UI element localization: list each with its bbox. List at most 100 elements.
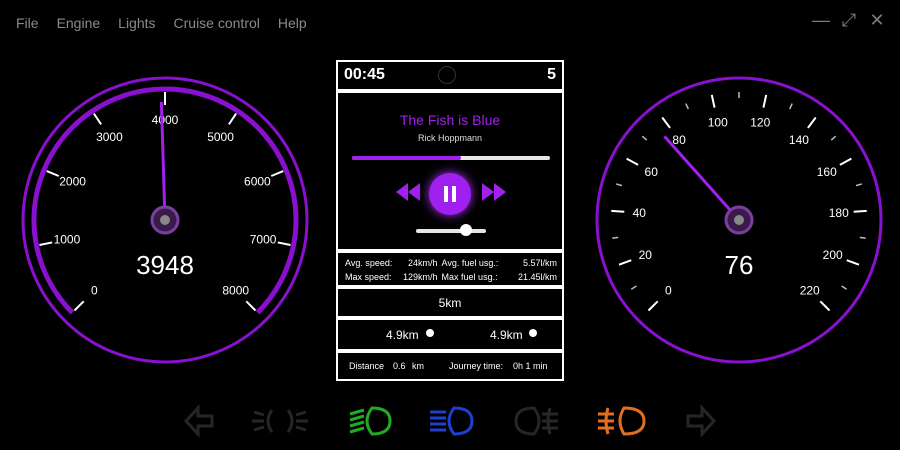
rpm-readout: 3948 [136, 250, 194, 280]
menu-cruise-control[interactable]: Cruise control [174, 15, 260, 31]
rpm-tick-label: 7000 [250, 233, 277, 247]
front-fog-icon [598, 406, 646, 436]
rpm-tick-label: 0 [91, 284, 98, 298]
gear-indicator: 5 [547, 66, 556, 83]
menu-lights[interactable]: Lights [118, 15, 155, 31]
volume-slider[interactable] [416, 224, 486, 236]
speed-tick-label: 120 [750, 115, 770, 129]
song-progress-bar[interactable] [352, 156, 550, 160]
trip-stats: Avg. speed: 24km/h Avg. fuel usg.: 5.57l… [336, 251, 564, 287]
rpm-major-tick [93, 113, 102, 125]
rpm-tick-label: 3000 [96, 130, 123, 144]
speed-tick-label: 160 [817, 165, 837, 179]
journey-distance-unit: km [412, 361, 424, 371]
playback-controls [338, 173, 562, 215]
journey-distance-label: Distance [349, 361, 385, 371]
speed-major-tick [819, 300, 831, 312]
avg-fuel-label: Avg. fuel usg.: [441, 258, 499, 268]
next-track-icon[interactable] [480, 181, 508, 203]
menu-bar: File Engine Lights Cruise control Help [16, 15, 307, 31]
speedometer-needle [663, 135, 741, 221]
speed-minor-tick [615, 183, 623, 187]
right-turn-signal-icon [686, 404, 717, 438]
clock-icon [438, 66, 456, 84]
speed-minor-tick [841, 285, 848, 290]
speed-tick-label: 0 [665, 284, 672, 298]
window-controls: — ⤢ ✕ [812, 10, 886, 31]
rpm-tick-label: 1000 [54, 233, 81, 247]
speed-minor-tick [630, 285, 637, 290]
rpm-tick-label: 4000 [152, 113, 179, 127]
distance-5-value: 5km [438, 296, 462, 310]
pause-button[interactable] [429, 173, 471, 215]
speed-tick-label: 220 [800, 284, 820, 298]
speed-major-tick [626, 157, 639, 166]
speed-major-tick [846, 259, 860, 266]
rpm-major-tick [245, 300, 257, 312]
high-beam-icon [430, 406, 474, 436]
speed-tick-label: 60 [645, 165, 659, 179]
close-icon[interactable]: ✕ [868, 10, 886, 31]
rpm-major-tick [228, 113, 237, 125]
speed-major-tick [762, 94, 768, 108]
journey-time-label: Journey time: [449, 361, 504, 371]
max-speed-value: 129km/h [403, 272, 438, 282]
distance-box: 5km [336, 287, 564, 318]
speed-minor-tick [855, 183, 863, 187]
max-speed-label: Max speed: [345, 272, 392, 282]
previous-track-icon[interactable] [394, 181, 422, 203]
speed-minor-tick [830, 135, 837, 141]
left-turn-signal-icon [183, 404, 214, 438]
rpm-major-tick [270, 170, 284, 177]
distance-left-dot-icon [426, 329, 434, 337]
journey-box: Distance 0.6 km Journey time: 0h 1 min [336, 351, 564, 381]
avg-speed-label: Avg. speed: [345, 258, 393, 268]
distance-right-value: 4.9km [490, 328, 523, 342]
rpm-major-tick [46, 170, 60, 177]
speed-major-tick [618, 259, 632, 266]
speed-minor-tick [859, 236, 866, 239]
distance-pair-box: 4.9km 4.9km [336, 318, 564, 351]
song-progress-fill [352, 156, 461, 160]
speed-tick-label: 140 [789, 133, 809, 147]
avg-fuel-value: 5.57l/km [522, 258, 557, 268]
distance-left-value: 4.9km [386, 328, 419, 342]
avg-speed-value: 24km/h [408, 258, 438, 268]
speed-minor-tick [612, 236, 619, 239]
menu-engine[interactable]: Engine [57, 15, 101, 31]
speed-minor-tick [641, 135, 648, 141]
speedometer: 0 20 40 60 80 100 120 140 160 180 200 220 76 [594, 75, 884, 365]
parking-lights-icon [252, 409, 308, 433]
distance-right-dot-icon [529, 329, 537, 337]
speed-minor-tick [685, 103, 690, 110]
journey-distance-value: 0.6 [393, 361, 406, 371]
info-panel: 00:45 5 The Fish is Blue Rick Hoppmann A… [336, 60, 564, 381]
journey-time-value: 0h 1 min [513, 361, 548, 371]
speed-major-tick [853, 209, 867, 213]
speed-tick-label: 180 [829, 206, 849, 220]
speed-minor-tick [788, 103, 793, 110]
speed-tick-label: 200 [823, 248, 843, 262]
max-fuel-value: 21.45l/km [517, 272, 557, 282]
rpm-major-tick [73, 300, 85, 312]
speed-major-tick [611, 209, 625, 213]
speed-major-tick [839, 157, 852, 166]
max-fuel-label: Max fuel usg.: [441, 272, 498, 282]
speed-readout: 76 [725, 250, 754, 280]
menu-file[interactable]: File [16, 15, 39, 31]
trip-header: 00:45 5 [336, 60, 564, 91]
low-beam-icon [349, 406, 392, 436]
rpm-tick-label: 5000 [207, 130, 234, 144]
pause-icon [444, 186, 448, 202]
speed-major-tick [661, 116, 671, 129]
speed-tick-label: 20 [639, 248, 653, 262]
speed-tick-label: 80 [672, 133, 686, 147]
volume-knob[interactable] [460, 224, 473, 236]
rpm-major-tick [39, 241, 53, 246]
rpm-major-tick [277, 241, 291, 246]
rpm-tick-label: 2000 [59, 175, 86, 189]
maximize-icon[interactable]: ⤢ [840, 10, 858, 31]
menu-help[interactable]: Help [278, 15, 307, 31]
minimize-icon[interactable]: — [812, 10, 830, 31]
speed-major-tick [647, 300, 659, 312]
